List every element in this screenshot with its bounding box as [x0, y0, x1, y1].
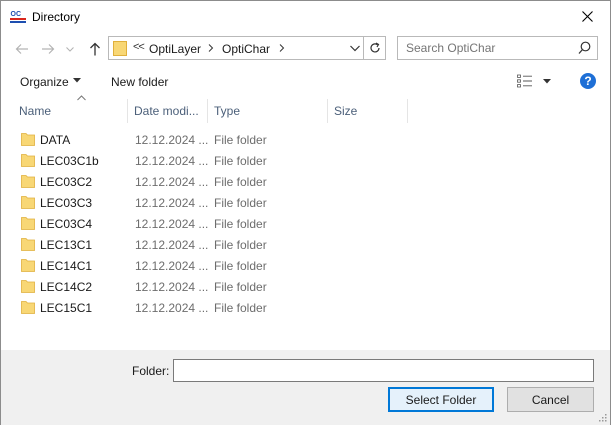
search-icon [578, 41, 591, 54]
help-icon: ? [584, 74, 592, 88]
file-type: File folder [214, 154, 267, 168]
file-type: File folder [214, 196, 267, 210]
caret-down-icon[interactable] [73, 78, 81, 83]
file-type: File folder [214, 238, 267, 252]
list-item[interactable]: LEC14C1 12.12.2024 ... File folder [1, 255, 610, 276]
file-date: 12.12.2024 ... [135, 301, 209, 315]
refresh-button[interactable] [364, 36, 386, 60]
title-bar: OC Directory [1, 1, 610, 32]
svg-text:OC: OC [11, 11, 22, 18]
list-item[interactable]: LEC15C1 12.12.2024 ... File folder [1, 297, 610, 318]
file-name: LEC03C1b [40, 154, 99, 168]
file-date: 12.12.2024 ... [135, 196, 209, 210]
caret-down-icon[interactable] [543, 79, 551, 84]
new-folder-button[interactable]: New folder [111, 75, 168, 89]
file-name: LEC15C1 [40, 301, 93, 315]
file-date: 12.12.2024 ... [135, 175, 209, 189]
up-button[interactable] [85, 39, 105, 59]
navigation-bar: << OptiLayer OptiChar [1, 36, 610, 62]
folder-icon [21, 259, 35, 272]
list-item[interactable]: LEC03C1b 12.12.2024 ... File folder [1, 150, 610, 171]
file-name: LEC03C3 [40, 196, 93, 210]
footer-panel: Folder: Select Folder Cancel [1, 350, 610, 425]
list-item[interactable]: DATA 12.12.2024 ... File folder [1, 129, 610, 150]
folder-icon [21, 238, 35, 251]
breadcrumb-overflow[interactable]: << [133, 41, 145, 53]
file-type: File folder [214, 280, 267, 294]
file-date: 12.12.2024 ... [135, 133, 209, 147]
directory-dialog: OC Directory << OptiLayer OptiChar Searc… [0, 0, 611, 425]
arrow-up-icon [90, 42, 100, 56]
close-button[interactable] [564, 1, 610, 32]
file-type: File folder [214, 259, 267, 273]
list-item[interactable]: LEC03C2 12.12.2024 ... File folder [1, 171, 610, 192]
folder-icon [21, 175, 35, 188]
address-bar[interactable]: << OptiLayer OptiChar [108, 36, 364, 60]
arrow-left-icon [15, 44, 28, 54]
column-header-name[interactable]: Name [13, 95, 128, 123]
window-title: Directory [32, 10, 81, 24]
sort-ascending-icon [77, 95, 86, 101]
list-item[interactable]: LEC14C2 12.12.2024 ... File folder [1, 276, 610, 297]
file-date: 12.12.2024 ... [135, 280, 209, 294]
folder-icon [113, 41, 127, 56]
view-options-icon[interactable] [517, 74, 533, 88]
file-date: 12.12.2024 ... [135, 259, 209, 273]
recent-locations-button[interactable] [63, 39, 77, 59]
organize-menu[interactable]: Organize [20, 75, 69, 89]
file-date: 12.12.2024 ... [135, 154, 209, 168]
file-name: LEC03C4 [40, 217, 93, 231]
app-logo-icon: OC [10, 9, 26, 23]
forward-button[interactable] [38, 39, 58, 59]
file-date: 12.12.2024 ... [135, 238, 209, 252]
file-type: File folder [214, 301, 267, 315]
chevron-down-icon[interactable] [349, 41, 361, 55]
file-type: File folder [214, 133, 267, 147]
file-name: DATA [40, 133, 71, 147]
folder-label: Folder: [132, 364, 170, 378]
close-icon [581, 11, 593, 22]
file-type: File folder [214, 175, 267, 189]
folder-icon [21, 301, 35, 314]
file-type: File folder [214, 217, 267, 231]
breadcrumb-optichar[interactable]: OptiChar [222, 42, 270, 56]
select-folder-button[interactable]: Select Folder [388, 387, 494, 412]
file-name: LEC14C2 [40, 280, 93, 294]
folder-icon [21, 133, 35, 146]
refresh-icon [369, 42, 380, 53]
column-header-size[interactable]: Size [328, 99, 408, 123]
file-date: 12.12.2024 ... [135, 217, 209, 231]
resize-grip-icon[interactable] [597, 412, 607, 422]
breadcrumb-optilayer[interactable]: OptiLayer [149, 42, 201, 56]
command-bar: Organize New folder ? [1, 69, 610, 95]
file-name: LEC14C1 [40, 259, 93, 273]
list-item[interactable]: LEC03C4 12.12.2024 ... File folder [1, 213, 610, 234]
column-header-type[interactable]: Type [208, 99, 328, 123]
chevron-right-icon[interactable] [208, 41, 214, 55]
column-headers: Name Date modi... Type Size [1, 95, 610, 123]
column-header-date[interactable]: Date modi... [128, 99, 208, 123]
file-name: LEC03C2 [40, 175, 93, 189]
search-input[interactable] [406, 41, 576, 55]
folder-input[interactable] [173, 359, 594, 382]
list-item[interactable]: LEC03C3 12.12.2024 ... File folder [1, 192, 610, 213]
chevron-right-icon[interactable] [279, 41, 285, 55]
folder-icon [21, 280, 35, 293]
back-button[interactable] [12, 39, 32, 59]
file-name: LEC13C1 [40, 238, 93, 252]
help-button[interactable]: ? [580, 73, 596, 89]
list-item[interactable]: LEC13C1 12.12.2024 ... File folder [1, 234, 610, 255]
arrow-right-icon [42, 44, 55, 54]
search-box[interactable] [397, 36, 598, 60]
folder-icon [21, 217, 35, 230]
folder-icon [21, 196, 35, 209]
chevron-down-icon [66, 46, 74, 52]
cancel-button[interactable]: Cancel [507, 387, 594, 412]
folder-icon [21, 154, 35, 167]
